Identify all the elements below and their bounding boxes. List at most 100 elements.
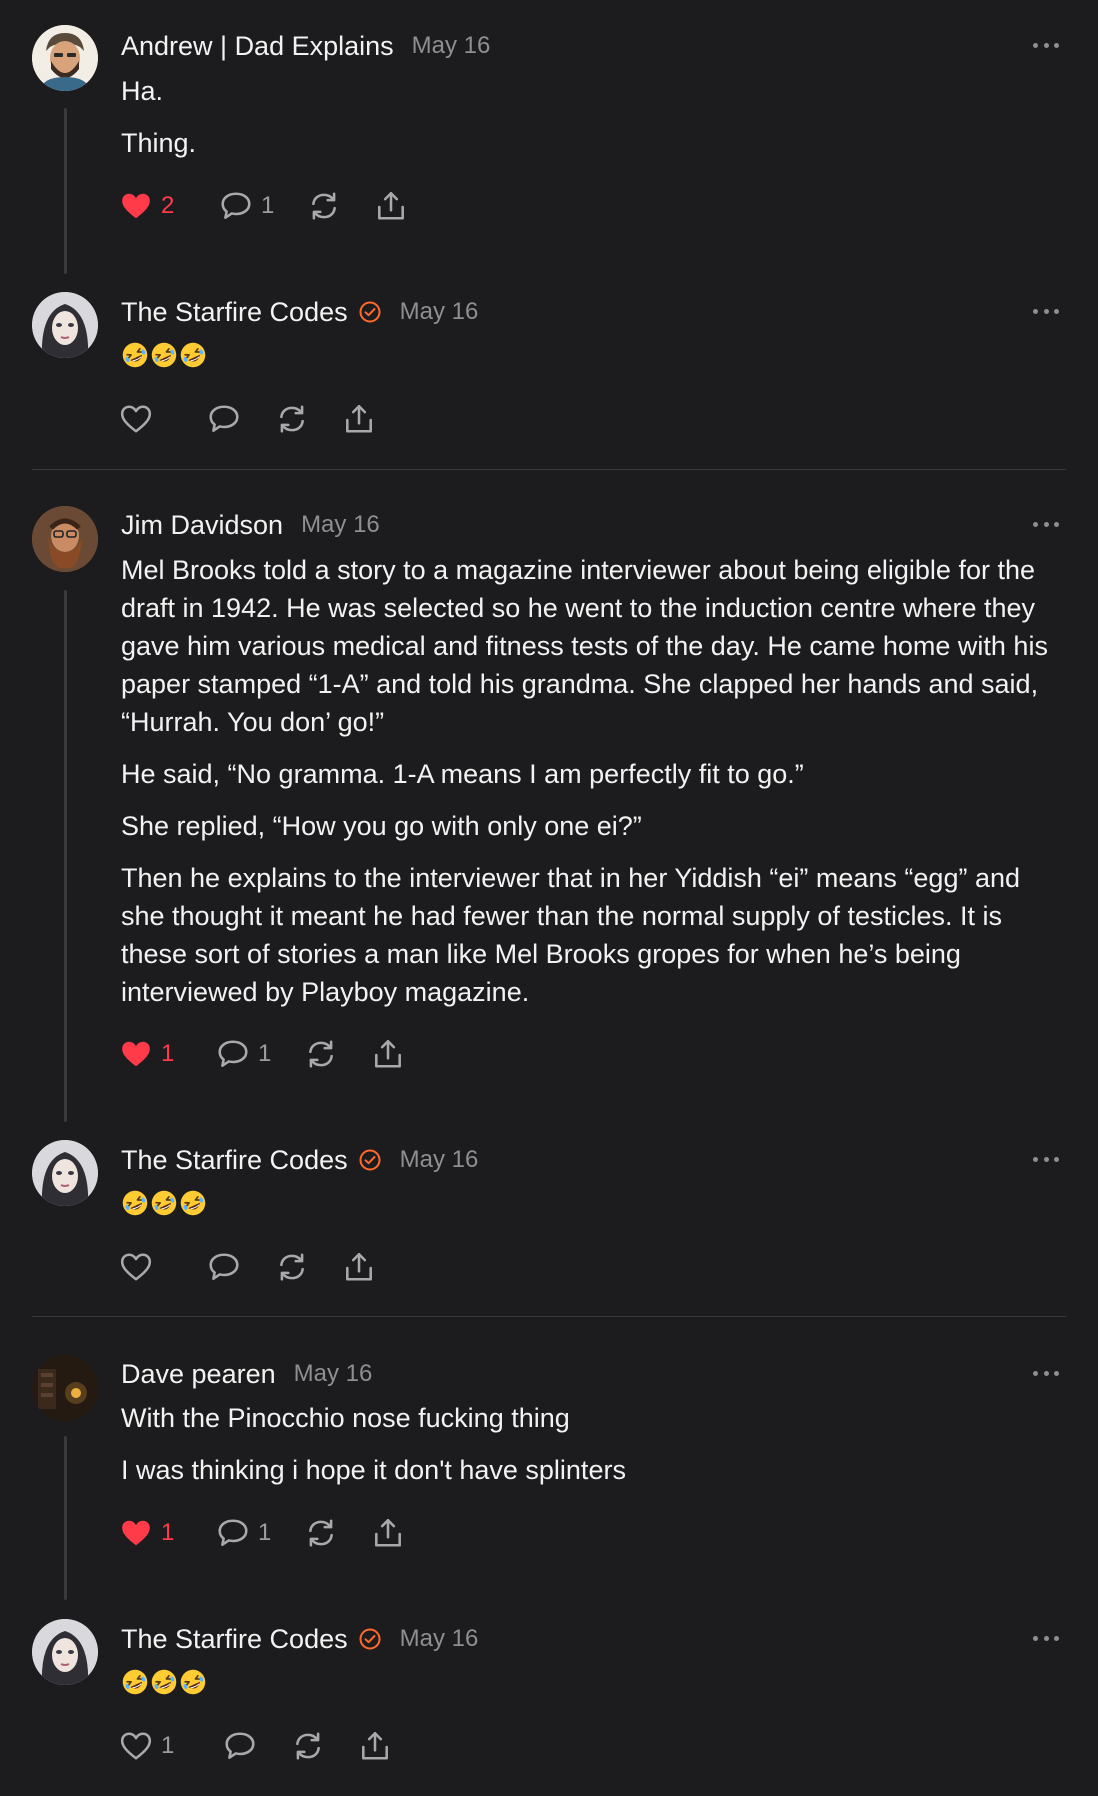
paragraph: With the Pinocchio nose fucking thing [121, 1403, 570, 1433]
paragraph: Thing. [121, 128, 197, 158]
more-options-icon[interactable] [1033, 1155, 1059, 1163]
heart-outline-icon [119, 1250, 153, 1284]
paragraph: She replied, “How you go with only one e… [121, 811, 642, 841]
like-button[interactable] [119, 1250, 207, 1284]
more-options-icon[interactable] [1033, 1369, 1059, 1377]
like-button[interactable]: 1 [119, 1037, 216, 1071]
more-options-icon[interactable] [1033, 1634, 1059, 1642]
like-count: 1 [161, 1732, 175, 1759]
laughing-emoji-icon [121, 341, 149, 369]
more-options-icon[interactable] [1033, 520, 1059, 528]
share-icon [374, 189, 408, 223]
share-button[interactable] [371, 1516, 405, 1550]
reply-button[interactable] [207, 1250, 275, 1284]
restack-button[interactable] [291, 1729, 358, 1763]
verified-badge-icon [358, 300, 382, 324]
share-icon [358, 1729, 392, 1763]
avatar[interactable] [32, 1619, 98, 1685]
post-date[interactable]: May 16 [400, 298, 479, 326]
laughing-emoji-icon [121, 1668, 149, 1696]
share-icon [371, 1037, 405, 1071]
thread-line [64, 108, 67, 274]
verified-badge-icon [358, 1148, 382, 1172]
avatar[interactable] [32, 25, 98, 91]
restack-button[interactable] [304, 1037, 371, 1071]
post-body: With the Pinocchio nose fucking thing I … [121, 1399, 1066, 1503]
laughing-emoji-icon [179, 1668, 207, 1696]
post-header: Jim Davidson May 16 [121, 508, 380, 542]
laughing-emoji-icon [150, 1668, 178, 1696]
author-name[interactable]: The Starfire Codes [121, 297, 348, 328]
author-name[interactable]: Andrew | Dad Explains [121, 31, 394, 62]
more-options-icon[interactable] [1033, 41, 1059, 49]
avatar[interactable] [32, 1140, 98, 1206]
reply-button[interactable]: 1 [216, 1037, 304, 1071]
paragraph: Ha. [121, 76, 164, 106]
author-name[interactable]: Dave pearen [121, 1359, 276, 1390]
reply-button[interactable] [223, 1729, 291, 1763]
laughing-emoji-icon [150, 341, 178, 369]
avatar[interactable] [32, 506, 98, 572]
action-bar: 1 1 [119, 1515, 405, 1551]
reply-button[interactable] [207, 402, 275, 436]
reply-button[interactable]: 1 [216, 1516, 304, 1550]
paragraph: Then he explains to the interviewer that… [121, 863, 1021, 1007]
post-header: The Starfire Codes May 16 [121, 1143, 478, 1177]
like-button[interactable]: 2 [119, 189, 219, 223]
reply-button[interactable]: 1 [219, 189, 307, 223]
comment-icon [216, 1037, 250, 1071]
share-button[interactable] [371, 1037, 405, 1071]
laughing-emoji-icon [179, 1189, 207, 1217]
post-date[interactable]: May 16 [294, 1360, 373, 1388]
paragraph: Mel Brooks told a story to a magazine in… [121, 555, 1048, 737]
share-icon [342, 1250, 376, 1284]
comment-icon [216, 1516, 250, 1550]
like-count: 1 [161, 1519, 175, 1546]
action-bar [119, 1249, 376, 1285]
action-bar: 1 1 [119, 1036, 405, 1072]
like-button[interactable]: 1 [119, 1516, 216, 1550]
action-bar: 2 1 [119, 188, 408, 224]
post-date[interactable]: May 16 [400, 1146, 479, 1174]
like-button[interactable]: 1 [119, 1729, 223, 1763]
heart-filled-icon [119, 1037, 153, 1071]
verified-badge-icon [358, 1627, 382, 1651]
restack-icon [304, 1037, 338, 1071]
restack-button[interactable] [304, 1516, 371, 1550]
like-button[interactable] [119, 402, 207, 436]
post-date[interactable]: May 16 [412, 32, 491, 60]
share-button[interactable] [342, 1250, 376, 1284]
share-button[interactable] [342, 402, 376, 436]
restack-icon [275, 402, 309, 436]
like-count: 2 [161, 192, 175, 219]
share-button[interactable] [374, 189, 408, 223]
post-date[interactable]: May 16 [301, 511, 380, 539]
restack-button[interactable] [275, 402, 342, 436]
author-name[interactable]: Jim Davidson [121, 510, 283, 541]
comment-icon [219, 189, 253, 223]
restack-icon [275, 1250, 309, 1284]
post-body: Ha. Thing. [121, 72, 1066, 176]
share-button[interactable] [358, 1729, 392, 1763]
reply-count: 1 [258, 1519, 272, 1546]
share-icon [371, 1516, 405, 1550]
reply-count: 1 [258, 1040, 272, 1067]
post-date[interactable]: May 16 [400, 1625, 479, 1653]
share-icon [342, 402, 376, 436]
heart-outline-icon [119, 402, 153, 436]
restack-icon [307, 189, 341, 223]
avatar[interactable] [32, 1355, 98, 1421]
more-options-icon[interactable] [1033, 307, 1059, 315]
restack-button[interactable] [307, 189, 374, 223]
post-header: The Starfire Codes May 16 [121, 295, 478, 329]
avatar[interactable] [32, 292, 98, 358]
restack-button[interactable] [275, 1250, 342, 1284]
author-name[interactable]: The Starfire Codes [121, 1145, 348, 1176]
heart-outline-icon [119, 1729, 153, 1763]
like-count: 1 [161, 1040, 175, 1067]
heart-filled-icon [119, 189, 153, 223]
thread-divider [32, 1316, 1066, 1317]
reply-count: 1 [261, 192, 275, 219]
author-name[interactable]: The Starfire Codes [121, 1624, 348, 1655]
action-bar: 1 [119, 1728, 392, 1764]
